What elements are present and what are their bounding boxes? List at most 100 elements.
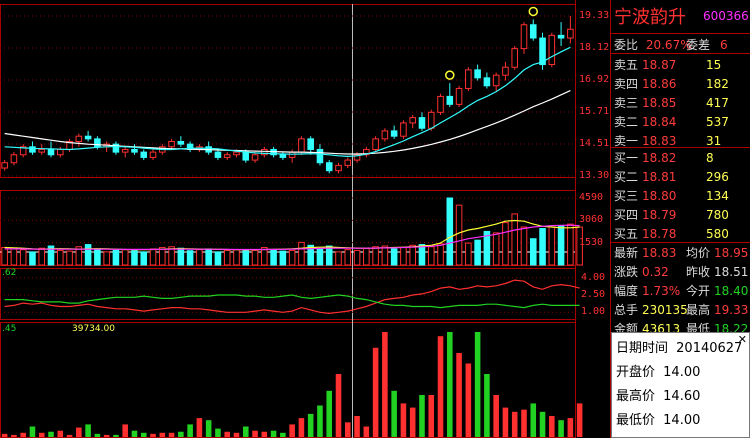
volume-bar [316,248,324,266]
panel-divider [611,53,750,54]
bottom-indicator-bar [456,353,462,437]
quote-label: 幅度 [614,284,639,298]
chart-area[interactable] [0,0,611,438]
bottom-indicator-bar [354,416,360,437]
quote-value: 18.95 [714,246,749,260]
popup-high-value: 14.60 [663,389,701,404]
bottom-indicator-bar [224,431,230,437]
volume-bar [103,251,110,266]
bottom-indicator-bar [326,390,333,437]
candle-body [84,135,92,140]
ask-row: 卖四 18.86 182 [614,75,750,94]
order-price: 18.79 [642,208,677,222]
candle-body [400,122,407,137]
candle-body [75,135,83,143]
quote-row: 最新 18.83 均价 18.95 [614,244,750,263]
candle-body [214,151,222,158]
weibi-value: 20.67% [645,38,692,52]
candle-body [427,111,435,129]
candle-body [335,164,342,172]
volume-bar [529,238,537,266]
volume-bar [131,250,138,266]
indicator-tick-label: 2.50 [581,289,606,300]
bid-row: 买三 18.80 134 [614,187,750,206]
volume-bar [400,246,407,266]
order-volume: 296 [706,170,729,184]
volume-bar [149,248,157,266]
bottom-indicator-bar [549,416,555,437]
ma-line-2 [4,46,571,158]
candle-body [325,162,333,172]
volume-bar [474,239,481,266]
bottom-indicator-bar [576,403,583,437]
quote-label: 均价 [686,246,711,260]
volume-bar [353,249,361,266]
quote-label: 今开 [686,284,711,298]
quote-value: 230135 [642,303,688,317]
bottom-indicator-bar [131,430,138,437]
candle-body [511,48,519,68]
ma-line-1 [4,90,571,155]
order-volume: 417 [706,96,729,110]
quote-value: 18.40 [714,284,749,298]
bottom-indicator-bar [261,431,268,437]
bottom-indicator-bar [168,432,175,437]
volume-tick-label: 3060 [579,214,604,226]
bottom-indicator-bar [113,434,119,437]
order-price: 18.78 [642,227,677,241]
quote-value: 18.51 [714,265,749,279]
stock-code: 600366 [703,9,749,23]
indicator-line-1 [4,279,580,315]
candle-body [567,28,574,39]
order-level-label: 卖五 [614,58,639,72]
order-volume: 537 [706,115,729,129]
indicator-line-2 [4,294,580,309]
order-volume: 182 [706,77,729,91]
quote-value: 19.33 [714,303,749,317]
bottom-indicator-bar [103,434,110,437]
bottom-indicator-bar [493,395,499,437]
panel-divider [611,147,750,148]
order-level-label: 买二 [614,170,639,184]
volume-bar [214,251,222,266]
quote-value: 0.32 [642,265,669,279]
candle-body [437,95,444,113]
volume-bar [335,251,342,266]
quote-label: 昨收 [686,265,711,279]
candle-body [418,117,426,129]
order-volume: 8 [706,151,714,165]
volume-bar [38,247,46,266]
volume-bar [465,242,472,266]
bottom-indicator-bar [474,332,481,437]
bottom-indicator-bar [539,411,546,437]
bottom-indicator-value: 39734.00 [72,324,115,334]
volume-bar [325,245,333,266]
bottom-indicator-bar [289,424,295,437]
order-level-label: 卖三 [614,96,639,110]
bottom-indicator-bar [391,390,397,437]
popup-low-label: 最低价 [616,413,656,428]
candle-body [242,151,250,161]
bottom-indicator-bar [558,420,564,437]
candle-body [529,24,537,39]
popup-open-row: 开盘价 14.00 [616,361,700,380]
quote-row: 总手 230135 最高 19.33 [614,301,750,320]
bottom-indicator-bar [428,395,435,437]
price-tick-label: 15.71 [579,106,610,117]
bottom-indicator-bar [335,374,342,437]
order-level-label: 卖二 [614,115,639,129]
popup-close-icon[interactable]: ✕ [738,333,747,346]
volume-bar [186,250,194,266]
bottom-indicator-bar [196,418,203,437]
bottom-indicator-bar [447,332,453,437]
candle-body [279,154,287,158]
bottom-indicator-bar [419,395,425,437]
volume-bar [121,249,129,266]
bid-row: 买一 18.82 8 [614,149,750,168]
quote-label: 最高 [686,303,711,317]
popup-open-label: 开盘价 [616,365,656,380]
volume-bar [233,249,240,266]
candle-body [140,151,148,158]
bottom-indicator-bar [345,422,351,437]
candle-body [38,148,46,153]
